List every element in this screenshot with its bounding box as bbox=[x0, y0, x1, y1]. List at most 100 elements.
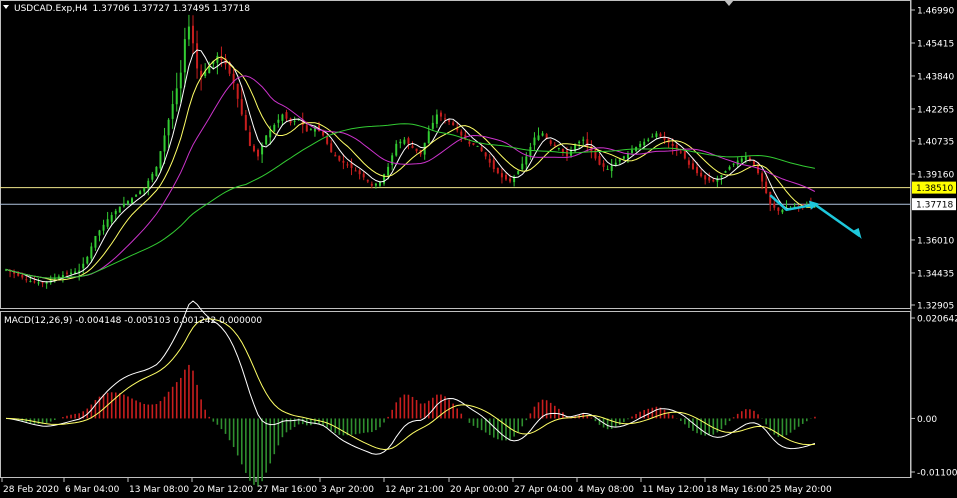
candle-body bbox=[139, 191, 142, 195]
time-tick-label: 20 Apr 00:00 bbox=[450, 485, 509, 495]
candle-body bbox=[504, 174, 507, 180]
candle-body bbox=[399, 141, 402, 144]
candle-body bbox=[293, 120, 296, 122]
candle-body bbox=[94, 235, 97, 248]
candle-body bbox=[704, 175, 707, 180]
candle-body bbox=[102, 224, 105, 231]
time-tick-label: 25 May 20:00 bbox=[770, 485, 832, 495]
candle-body bbox=[240, 99, 243, 115]
forex-chart[interactable]: 1.38510 1.37718 1.46990 1.45415 1.43840 1.42… bbox=[0, 0, 957, 498]
macd-label: MACD(12,26,9) -0.004148 -0.005103 0.0012… bbox=[4, 316, 262, 326]
candle-body bbox=[529, 146, 532, 157]
candle-body bbox=[155, 166, 158, 177]
candle-body bbox=[667, 138, 670, 143]
candle-body bbox=[110, 215, 113, 222]
candle-body bbox=[118, 206, 121, 213]
candle-body bbox=[757, 165, 760, 174]
candle-body bbox=[86, 256, 89, 264]
price-tick-label: 1.34435 bbox=[917, 269, 954, 279]
price-tick-label: 1.43840 bbox=[917, 72, 954, 82]
candle-body bbox=[37, 282, 40, 284]
candle-body bbox=[257, 149, 260, 157]
candle-body bbox=[126, 201, 129, 204]
time-tick-label: 4 May 08:00 bbox=[578, 485, 634, 495]
candle-body bbox=[122, 203, 125, 207]
candle-body bbox=[647, 139, 650, 141]
candle-body bbox=[277, 119, 280, 123]
candle-body bbox=[435, 114, 438, 124]
candle-body bbox=[712, 179, 715, 182]
candle-body bbox=[179, 72, 182, 89]
candle-body bbox=[732, 163, 735, 165]
candle-body bbox=[761, 173, 764, 182]
time-tick-label: 12 Apr 21:00 bbox=[385, 485, 444, 495]
time-tick-label: 18 May 16:00 bbox=[706, 485, 768, 495]
candle-body bbox=[338, 155, 341, 161]
candle-body bbox=[740, 158, 743, 162]
candle-body bbox=[610, 165, 613, 171]
candle-body bbox=[639, 143, 642, 148]
candle-body bbox=[744, 156, 747, 160]
candle-body bbox=[65, 272, 68, 274]
candle-body bbox=[395, 143, 398, 156]
candle-body bbox=[391, 155, 394, 165]
candle-body bbox=[29, 281, 32, 283]
candle-body bbox=[175, 88, 178, 105]
price-tick-label: 1.45415 bbox=[917, 39, 954, 49]
time-tick-label: 6 Mar 04:00 bbox=[65, 485, 120, 495]
candle-body bbox=[183, 39, 186, 73]
chart-symbol-label: USDCAD.Exp,H4 1.37706 1.37727 1.37495 1.3… bbox=[14, 4, 250, 14]
candle-body bbox=[773, 203, 776, 208]
time-tick-label: 28 Feb 2020 bbox=[3, 485, 59, 495]
candle-body bbox=[582, 139, 585, 141]
candle-body bbox=[135, 194, 138, 197]
candle-body bbox=[691, 163, 694, 169]
candle-body bbox=[131, 198, 134, 204]
price-tick-label: 1.32905 bbox=[917, 302, 954, 312]
candle-body bbox=[285, 112, 288, 119]
candle-body bbox=[720, 175, 723, 178]
candle-body bbox=[171, 104, 174, 119]
price-tick-label: 1.46990 bbox=[917, 7, 954, 17]
macd-panel bbox=[0, 311, 911, 478]
candle-body bbox=[90, 246, 93, 259]
candle-body bbox=[769, 191, 772, 205]
candle-body bbox=[622, 156, 625, 159]
price-tick-label: 1.39160 bbox=[917, 170, 954, 180]
candle-body bbox=[322, 131, 325, 136]
candle-body bbox=[326, 136, 329, 144]
macd-tick-label: 0.00 bbox=[917, 415, 937, 425]
candle-body bbox=[350, 162, 353, 168]
time-tick-label: 13 Mar 08:00 bbox=[129, 485, 189, 495]
candle-body bbox=[606, 168, 609, 170]
candle-body bbox=[41, 282, 44, 284]
time-tick-label: 11 May 12:00 bbox=[642, 485, 704, 495]
candle-body bbox=[281, 114, 284, 121]
candle-body bbox=[305, 125, 308, 132]
candle-body bbox=[537, 135, 540, 140]
time-tick-label: 20 Mar 12:00 bbox=[193, 485, 253, 495]
time-tick-label: 3 Apr 20:00 bbox=[321, 485, 374, 495]
macd-axis-ticks: 0.020642 0.00 -0.011007 bbox=[911, 315, 957, 479]
candle-body bbox=[143, 187, 146, 192]
candle-body bbox=[70, 272, 73, 275]
candle-body bbox=[683, 150, 686, 159]
candle-body bbox=[659, 133, 662, 137]
candle-body bbox=[427, 131, 430, 144]
candle-body bbox=[248, 132, 251, 146]
candle-body bbox=[598, 155, 601, 165]
candle-body bbox=[98, 230, 101, 236]
candle-body bbox=[370, 183, 373, 186]
candle-body bbox=[728, 166, 731, 170]
price-tick-label: 1.36010 bbox=[917, 236, 954, 246]
candle-body bbox=[106, 219, 109, 227]
candle-body bbox=[444, 118, 447, 120]
candle-body bbox=[525, 156, 528, 165]
candle-body bbox=[696, 167, 699, 174]
candle-body bbox=[549, 140, 552, 144]
candle-body bbox=[602, 163, 605, 167]
candle-body bbox=[460, 131, 463, 136]
candle-body bbox=[346, 164, 349, 166]
candle-body bbox=[82, 263, 85, 269]
candle-body bbox=[765, 181, 768, 194]
